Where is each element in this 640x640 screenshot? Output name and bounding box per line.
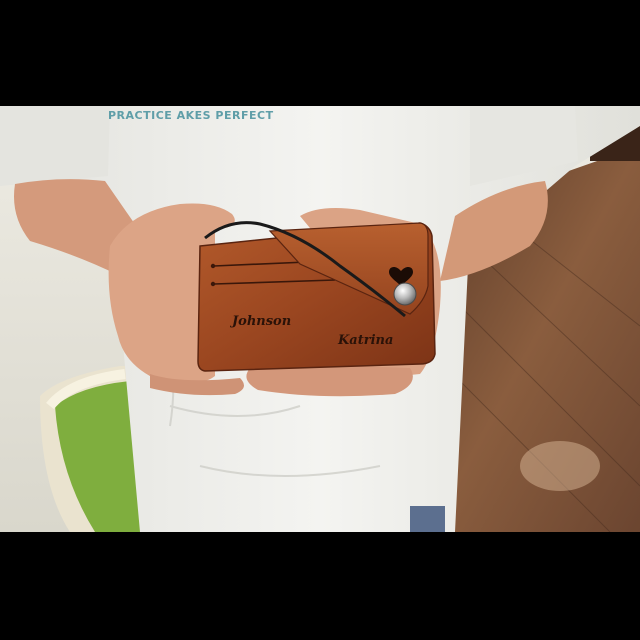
jeans	[410, 506, 445, 532]
photo-frame: PRACTICE AKES PERFECT Johnson Katrina	[0, 0, 640, 640]
slot-hole-bottom	[210, 281, 216, 287]
right-fingers	[246, 366, 413, 397]
engraving-katrina: Katrina	[337, 333, 393, 348]
photo-scene: PRACTICE AKES PERFECT Johnson Katrina	[0, 106, 640, 532]
leather-wallet: Johnson Katrina	[197, 221, 436, 372]
slot-hole-top	[210, 263, 216, 269]
photograph: PRACTICE AKES PERFECT Johnson Katrina	[0, 106, 640, 532]
engraving-johnson: Johnson	[229, 314, 291, 329]
snap-button-icon	[393, 282, 417, 306]
shirt-print: PRACTICE AKES PERFECT	[108, 109, 274, 122]
left-sleeve	[0, 106, 110, 186]
floor-light-reflection	[520, 441, 600, 491]
